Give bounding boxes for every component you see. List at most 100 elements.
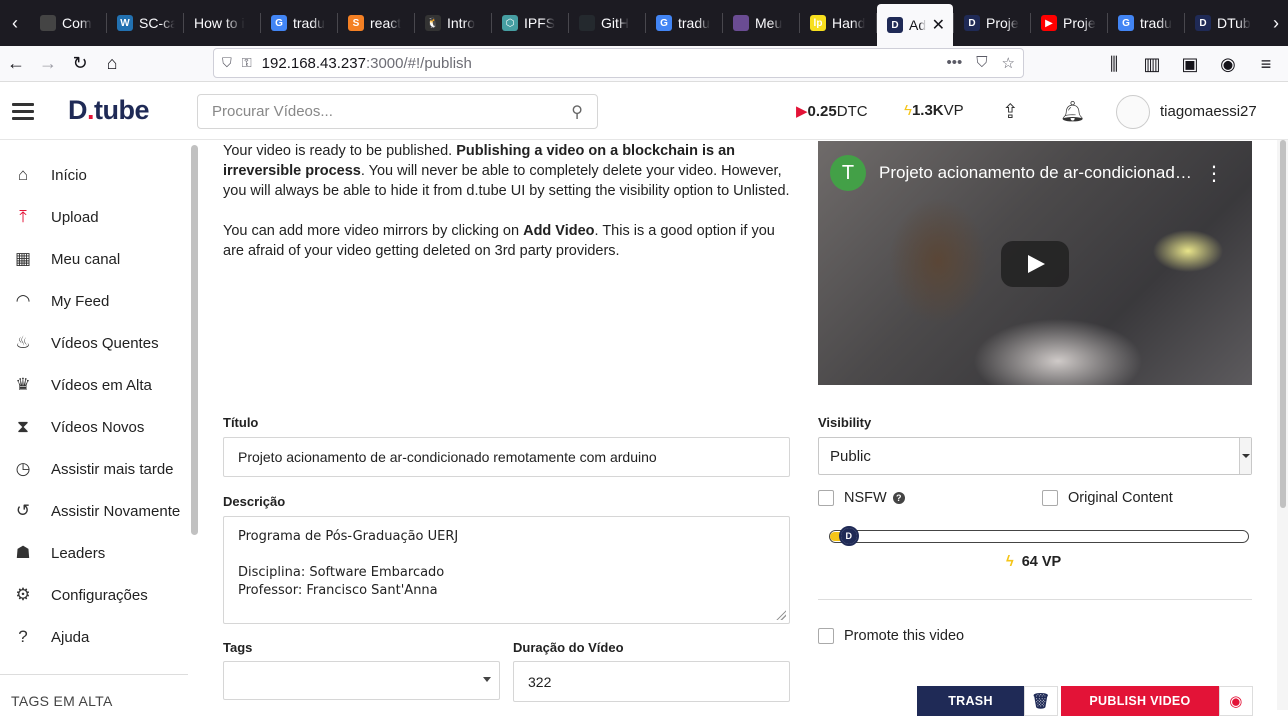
browser-tab[interactable]: Gtradu bbox=[1108, 0, 1184, 46]
publish-video-button[interactable]: PUBLISH VIDEO bbox=[1061, 686, 1219, 716]
tab-label: Intro bbox=[447, 15, 476, 31]
play-button[interactable] bbox=[1001, 241, 1069, 287]
account-icon[interactable]: ◉ bbox=[1212, 54, 1244, 75]
page-scrollbar-thumb[interactable] bbox=[1280, 140, 1286, 508]
browser-tab[interactable]: 🐧 Intro bbox=[415, 0, 491, 46]
video-player[interactable]: T Projeto acionamento de ar-condicionado… bbox=[818, 141, 1252, 385]
resize-handle-icon[interactable] bbox=[776, 610, 786, 620]
username[interactable]: tiagomaessi27 bbox=[1160, 103, 1257, 120]
browser-tab[interactable]: Meu bbox=[723, 0, 799, 46]
browser-tab[interactable]: How to i bbox=[184, 0, 260, 46]
sidebar-item[interactable]: ▦ Meu canal bbox=[0, 239, 190, 279]
pocket-icon[interactable]: ⛉ bbox=[976, 54, 987, 72]
original-content-label: Original Content bbox=[1068, 490, 1173, 506]
dtc-balance[interactable]: ▶0.25DTC bbox=[796, 102, 868, 120]
dtube-logo[interactable]: D.tube bbox=[68, 95, 150, 126]
avatar[interactable] bbox=[1116, 95, 1150, 129]
video-title[interactable]: Projeto acionamento de ar-condicionado r… bbox=[879, 163, 1199, 183]
sidebar-toggle-icon[interactable]: ▥ bbox=[1136, 54, 1168, 75]
sidebar-item-label: Meu canal bbox=[51, 250, 121, 268]
vp-slider[interactable] bbox=[829, 526, 1249, 546]
url-path: :3000/#!/publish bbox=[365, 54, 472, 72]
intro-paragraph-2: You can add more video mirrors by clicki… bbox=[223, 223, 775, 259]
back-icon[interactable]: ← bbox=[0, 53, 32, 74]
play-icon: ▶ bbox=[796, 103, 808, 120]
vp-slider-handle[interactable] bbox=[838, 526, 859, 546]
broadcast-icon[interactable]: ◉ bbox=[1219, 686, 1253, 716]
browser-tab[interactable]: ⬡ IPFS bbox=[492, 0, 568, 46]
logo-letter: D bbox=[68, 95, 88, 125]
original-content-checkbox-box[interactable] bbox=[1042, 490, 1058, 506]
tags-select[interactable] bbox=[223, 661, 500, 700]
nsfw-checkbox[interactable]: NSFW ? bbox=[818, 490, 905, 506]
hamburger-menu-icon[interactable] bbox=[12, 103, 34, 120]
menu-icon[interactable]: ≡ bbox=[1250, 54, 1282, 75]
duration-input[interactable]: 322 bbox=[513, 661, 790, 702]
select-spinner-icon[interactable] bbox=[1239, 438, 1251, 474]
sidebar-item[interactable]: ⤒ Upload bbox=[0, 197, 190, 237]
browser-tab[interactable]: Sreact bbox=[338, 0, 414, 46]
sidebar-item[interactable]: ↺ Assistir Novamente bbox=[0, 491, 190, 531]
forward-icon[interactable]: → bbox=[32, 53, 64, 74]
browser-tab[interactable]: W SC-ca bbox=[107, 0, 183, 46]
sidebar-item[interactable]: ⚙ Configurações bbox=[0, 575, 190, 615]
bell-icon[interactable]: 🔔︎ bbox=[1060, 99, 1085, 124]
trash-icon[interactable]: 🗑︎ bbox=[1024, 686, 1058, 716]
page-scrollbar[interactable] bbox=[1277, 140, 1288, 710]
trophy-icon: ♛ bbox=[15, 375, 31, 394]
more-vert-icon[interactable]: ⋮ bbox=[1204, 161, 1224, 186]
search-input[interactable] bbox=[212, 103, 572, 120]
browser-tab[interactable]: Gtradu bbox=[646, 0, 722, 46]
tabs-scroll-right-button[interactable]: › bbox=[1261, 13, 1288, 34]
sidebar-item[interactable]: ? Ajuda bbox=[0, 617, 190, 657]
shield-icon[interactable]: ⛉ bbox=[222, 55, 232, 71]
reload-icon[interactable]: ↻ bbox=[64, 53, 96, 74]
browser-tab[interactable]: Gtradu bbox=[261, 0, 337, 46]
promote-checkbox-box[interactable] bbox=[818, 628, 834, 644]
sidebar-item[interactable]: ⌂ Início bbox=[0, 155, 190, 195]
home-browser-icon[interactable]: ⌂ bbox=[96, 53, 128, 74]
tab-label: Com bbox=[62, 15, 92, 31]
sidebar-scrollbar[interactable] bbox=[191, 145, 198, 535]
browser-tab[interactable]: D Proje bbox=[954, 0, 1030, 46]
library-icon[interactable]: ⫼ bbox=[1098, 54, 1130, 75]
url-bar[interactable]: ⛉ ⚿ 192.168.43.237:3000/#!/publish ••• ⛉… bbox=[213, 48, 1024, 78]
cogs-icon: ⚙ bbox=[15, 585, 31, 604]
visibility-select[interactable]: Public bbox=[818, 437, 1252, 475]
original-content-checkbox[interactable]: Original Content bbox=[1042, 490, 1173, 506]
tab-label: tradu bbox=[293, 15, 325, 31]
nsfw-checkbox-box[interactable] bbox=[818, 490, 834, 506]
close-tab-icon[interactable]: ✕ bbox=[932, 15, 945, 35]
sidebar-item[interactable]: ⧗ Vídeos Novos bbox=[0, 407, 190, 447]
upload-icon[interactable]: ⇪ bbox=[1002, 99, 1019, 124]
title-input[interactable]: Projeto acionamento de ar-condicionado r… bbox=[223, 437, 790, 477]
bookmark-star-icon[interactable]: ☆ bbox=[1002, 54, 1015, 72]
sidebar-item[interactable]: ☗ Leaders bbox=[0, 533, 190, 573]
sidebar-item[interactable]: ♨ Vídeos Quentes bbox=[0, 323, 190, 363]
tab-favicon-icon: ▶ bbox=[1041, 15, 1057, 31]
description-textarea[interactable]: Programa de Pós-Graduação UERJ Disciplin… bbox=[223, 516, 790, 624]
search-icon[interactable]: ⚲ bbox=[571, 102, 583, 122]
trash-button[interactable]: TRASH bbox=[917, 686, 1024, 716]
browser-tab[interactable]: Com bbox=[30, 0, 106, 46]
insecure-lock-icon[interactable]: ⚿ bbox=[242, 55, 252, 71]
sidebar-item-label: Leaders bbox=[51, 544, 106, 562]
sidebar-item-label: Vídeos em Alta bbox=[51, 376, 152, 394]
vp-balance[interactable]: ϟ1.3KVP bbox=[904, 102, 964, 119]
browser-tab[interactable]: lp Hand bbox=[800, 0, 876, 46]
browser-tab[interactable]: D DTub bbox=[1185, 0, 1261, 46]
promote-checkbox[interactable]: Promote this video bbox=[818, 628, 964, 644]
tab-favicon-icon: D bbox=[887, 17, 903, 33]
tab-favicon-icon bbox=[40, 15, 56, 31]
extension-icon[interactable]: ▣ bbox=[1174, 54, 1206, 75]
sidebar-item[interactable]: ◷ Assistir mais tarde bbox=[0, 449, 190, 489]
page-actions-icon[interactable]: ••• bbox=[947, 54, 963, 72]
channel-avatar[interactable]: T bbox=[830, 155, 866, 191]
sidebar-item[interactable]: ♛ Vídeos em Alta bbox=[0, 365, 190, 405]
browser-tab[interactable]: GitH bbox=[569, 0, 645, 46]
sidebar-item[interactable]: ◠ My Feed bbox=[0, 281, 190, 321]
tabs-scroll-left-button[interactable]: ‹ bbox=[0, 13, 30, 34]
browser-tab[interactable]: D Ad ✕ bbox=[877, 4, 953, 46]
question-icon[interactable]: ? bbox=[892, 492, 905, 504]
browser-tab[interactable]: ▶ Proje bbox=[1031, 0, 1107, 46]
